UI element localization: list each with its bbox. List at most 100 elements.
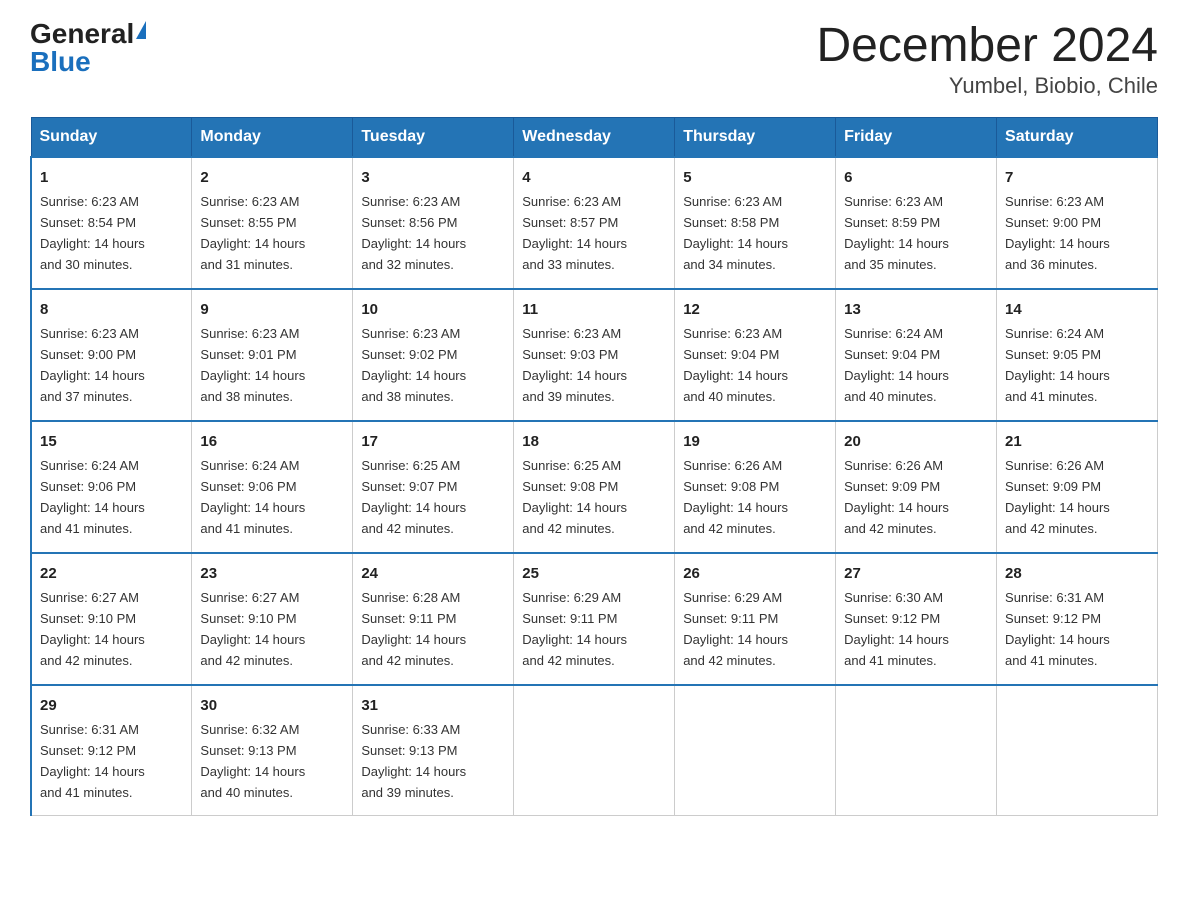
day-info: Sunrise: 6:24 AMSunset: 9:06 PMDaylight:… — [40, 458, 145, 536]
page-title: December 2024 — [816, 20, 1158, 73]
day-number: 18 — [522, 430, 666, 453]
day-info: Sunrise: 6:23 AMSunset: 9:00 PMDaylight:… — [40, 326, 145, 404]
day-info: Sunrise: 6:28 AMSunset: 9:11 PMDaylight:… — [361, 590, 466, 668]
logo: General Blue — [30, 20, 146, 76]
day-number: 4 — [522, 166, 666, 189]
calendar-cell: 24 Sunrise: 6:28 AMSunset: 9:11 PMDaylig… — [353, 553, 514, 685]
calendar-cell: 11 Sunrise: 6:23 AMSunset: 9:03 PMDaylig… — [514, 289, 675, 421]
logo-triangle-icon — [136, 21, 146, 39]
calendar-cell: 29 Sunrise: 6:31 AMSunset: 9:12 PMDaylig… — [31, 685, 192, 816]
calendar-cell: 28 Sunrise: 6:31 AMSunset: 9:12 PMDaylig… — [997, 553, 1158, 685]
day-info: Sunrise: 6:26 AMSunset: 9:08 PMDaylight:… — [683, 458, 788, 536]
calendar-cell — [836, 685, 997, 816]
page-header: General Blue December 2024 Yumbel, Biobi… — [30, 20, 1158, 99]
day-number: 13 — [844, 298, 988, 321]
day-info: Sunrise: 6:30 AMSunset: 9:12 PMDaylight:… — [844, 590, 949, 668]
calendar-cell — [514, 685, 675, 816]
day-number: 5 — [683, 166, 827, 189]
day-number: 20 — [844, 430, 988, 453]
day-info: Sunrise: 6:27 AMSunset: 9:10 PMDaylight:… — [200, 590, 305, 668]
calendar-week-row: 22 Sunrise: 6:27 AMSunset: 9:10 PMDaylig… — [31, 553, 1158, 685]
day-info: Sunrise: 6:23 AMSunset: 8:57 PMDaylight:… — [522, 194, 627, 272]
col-header-monday: Monday — [192, 117, 353, 157]
day-number: 29 — [40, 694, 183, 717]
day-number: 7 — [1005, 166, 1149, 189]
calendar-cell: 6 Sunrise: 6:23 AMSunset: 8:59 PMDayligh… — [836, 157, 997, 289]
day-number: 1 — [40, 166, 183, 189]
day-number: 11 — [522, 298, 666, 321]
day-number: 25 — [522, 562, 666, 585]
day-number: 22 — [40, 562, 183, 585]
day-info: Sunrise: 6:29 AMSunset: 9:11 PMDaylight:… — [522, 590, 627, 668]
day-info: Sunrise: 6:25 AMSunset: 9:08 PMDaylight:… — [522, 458, 627, 536]
day-info: Sunrise: 6:29 AMSunset: 9:11 PMDaylight:… — [683, 590, 788, 668]
calendar-cell: 10 Sunrise: 6:23 AMSunset: 9:02 PMDaylig… — [353, 289, 514, 421]
calendar-header-row: SundayMondayTuesdayWednesdayThursdayFrid… — [31, 117, 1158, 157]
calendar-cell: 12 Sunrise: 6:23 AMSunset: 9:04 PMDaylig… — [675, 289, 836, 421]
calendar-cell: 2 Sunrise: 6:23 AMSunset: 8:55 PMDayligh… — [192, 157, 353, 289]
calendar-cell: 26 Sunrise: 6:29 AMSunset: 9:11 PMDaylig… — [675, 553, 836, 685]
day-info: Sunrise: 6:32 AMSunset: 9:13 PMDaylight:… — [200, 722, 305, 800]
day-info: Sunrise: 6:26 AMSunset: 9:09 PMDaylight:… — [1005, 458, 1110, 536]
day-info: Sunrise: 6:33 AMSunset: 9:13 PMDaylight:… — [361, 722, 466, 800]
calendar-cell: 1 Sunrise: 6:23 AMSunset: 8:54 PMDayligh… — [31, 157, 192, 289]
day-info: Sunrise: 6:23 AMSunset: 8:55 PMDaylight:… — [200, 194, 305, 272]
calendar-cell: 9 Sunrise: 6:23 AMSunset: 9:01 PMDayligh… — [192, 289, 353, 421]
day-number: 30 — [200, 694, 344, 717]
calendar-cell: 4 Sunrise: 6:23 AMSunset: 8:57 PMDayligh… — [514, 157, 675, 289]
day-number: 31 — [361, 694, 505, 717]
calendar-cell: 3 Sunrise: 6:23 AMSunset: 8:56 PMDayligh… — [353, 157, 514, 289]
day-info: Sunrise: 6:23 AMSunset: 9:00 PMDaylight:… — [1005, 194, 1110, 272]
calendar-cell: 17 Sunrise: 6:25 AMSunset: 9:07 PMDaylig… — [353, 421, 514, 553]
title-block: December 2024 Yumbel, Biobio, Chile — [816, 20, 1158, 99]
day-info: Sunrise: 6:23 AMSunset: 9:04 PMDaylight:… — [683, 326, 788, 404]
calendar-table: SundayMondayTuesdayWednesdayThursdayFrid… — [30, 117, 1158, 817]
day-number: 17 — [361, 430, 505, 453]
calendar-cell: 15 Sunrise: 6:24 AMSunset: 9:06 PMDaylig… — [31, 421, 192, 553]
col-header-saturday: Saturday — [997, 117, 1158, 157]
day-number: 26 — [683, 562, 827, 585]
calendar-cell: 5 Sunrise: 6:23 AMSunset: 8:58 PMDayligh… — [675, 157, 836, 289]
day-number: 15 — [40, 430, 183, 453]
calendar-cell — [997, 685, 1158, 816]
day-info: Sunrise: 6:23 AMSunset: 8:56 PMDaylight:… — [361, 194, 466, 272]
calendar-week-row: 29 Sunrise: 6:31 AMSunset: 9:12 PMDaylig… — [31, 685, 1158, 816]
calendar-cell: 31 Sunrise: 6:33 AMSunset: 9:13 PMDaylig… — [353, 685, 514, 816]
day-info: Sunrise: 6:24 AMSunset: 9:05 PMDaylight:… — [1005, 326, 1110, 404]
calendar-cell: 18 Sunrise: 6:25 AMSunset: 9:08 PMDaylig… — [514, 421, 675, 553]
calendar-cell: 27 Sunrise: 6:30 AMSunset: 9:12 PMDaylig… — [836, 553, 997, 685]
col-header-thursday: Thursday — [675, 117, 836, 157]
logo-blue-text: Blue — [30, 48, 91, 76]
col-header-tuesday: Tuesday — [353, 117, 514, 157]
calendar-week-row: 15 Sunrise: 6:24 AMSunset: 9:06 PMDaylig… — [31, 421, 1158, 553]
logo-general-text: General — [30, 20, 134, 48]
day-number: 27 — [844, 562, 988, 585]
calendar-cell: 30 Sunrise: 6:32 AMSunset: 9:13 PMDaylig… — [192, 685, 353, 816]
day-info: Sunrise: 6:24 AMSunset: 9:06 PMDaylight:… — [200, 458, 305, 536]
day-info: Sunrise: 6:25 AMSunset: 9:07 PMDaylight:… — [361, 458, 466, 536]
day-number: 6 — [844, 166, 988, 189]
calendar-cell: 19 Sunrise: 6:26 AMSunset: 9:08 PMDaylig… — [675, 421, 836, 553]
day-number: 2 — [200, 166, 344, 189]
day-number: 23 — [200, 562, 344, 585]
day-number: 8 — [40, 298, 183, 321]
day-info: Sunrise: 6:26 AMSunset: 9:09 PMDaylight:… — [844, 458, 949, 536]
calendar-cell: 21 Sunrise: 6:26 AMSunset: 9:09 PMDaylig… — [997, 421, 1158, 553]
day-number: 14 — [1005, 298, 1149, 321]
calendar-cell: 14 Sunrise: 6:24 AMSunset: 9:05 PMDaylig… — [997, 289, 1158, 421]
day-number: 9 — [200, 298, 344, 321]
day-info: Sunrise: 6:23 AMSunset: 8:59 PMDaylight:… — [844, 194, 949, 272]
day-info: Sunrise: 6:31 AMSunset: 9:12 PMDaylight:… — [1005, 590, 1110, 668]
calendar-cell: 23 Sunrise: 6:27 AMSunset: 9:10 PMDaylig… — [192, 553, 353, 685]
day-number: 16 — [200, 430, 344, 453]
calendar-cell: 20 Sunrise: 6:26 AMSunset: 9:09 PMDaylig… — [836, 421, 997, 553]
col-header-wednesday: Wednesday — [514, 117, 675, 157]
calendar-cell: 8 Sunrise: 6:23 AMSunset: 9:00 PMDayligh… — [31, 289, 192, 421]
day-info: Sunrise: 6:24 AMSunset: 9:04 PMDaylight:… — [844, 326, 949, 404]
day-number: 28 — [1005, 562, 1149, 585]
day-number: 10 — [361, 298, 505, 321]
day-info: Sunrise: 6:31 AMSunset: 9:12 PMDaylight:… — [40, 722, 145, 800]
calendar-cell: 25 Sunrise: 6:29 AMSunset: 9:11 PMDaylig… — [514, 553, 675, 685]
calendar-week-row: 1 Sunrise: 6:23 AMSunset: 8:54 PMDayligh… — [31, 157, 1158, 289]
day-info: Sunrise: 6:23 AMSunset: 9:02 PMDaylight:… — [361, 326, 466, 404]
